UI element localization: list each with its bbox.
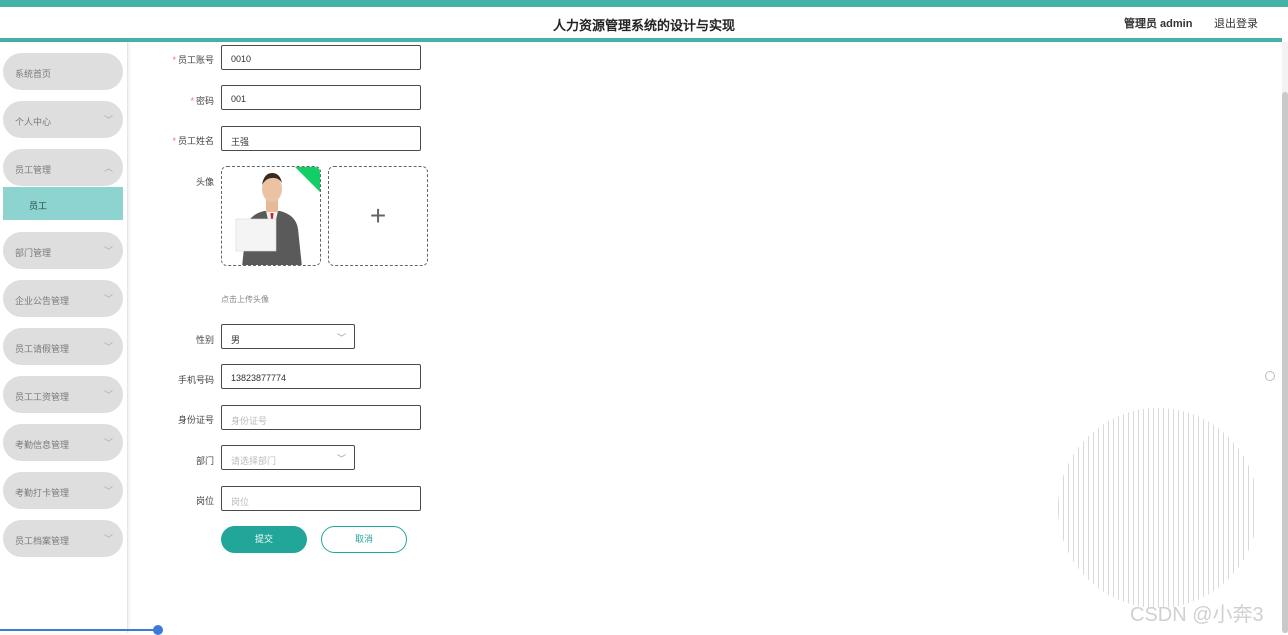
side-circle-icon[interactable]: [1265, 371, 1275, 381]
phone-value: 13823877774: [231, 373, 287, 383]
account-label: * 员工账号: [172, 55, 214, 65]
sidebar-item-label: 部门管理: [15, 248, 52, 258]
sidebar-item-archive-management[interactable]: 员工档案管理 ﹀: [3, 520, 123, 557]
password-input[interactable]: 001: [221, 85, 421, 110]
drag-handle[interactable]: [153, 625, 163, 635]
sidebar-item-label: 考勤打卡管理: [15, 488, 70, 498]
chevron-down-icon: ﹀: [104, 390, 114, 400]
chevron-down-icon: ﹀: [104, 438, 114, 448]
sidebar-item-announcement-management[interactable]: 企业公告管理 ﹀: [3, 280, 123, 317]
sidebar-item-label: 员工请假管理: [15, 344, 70, 354]
sidebar-item-label: 企业公告管理: [15, 296, 70, 306]
chevron-down-icon: ﹀: [336, 454, 346, 464]
id-card-placeholder: 身份证号: [231, 416, 268, 426]
current-user-label: 管理员 admin: [1124, 18, 1193, 30]
chevron-down-icon: ﹀: [104, 294, 114, 304]
decorative-striped-circle: [1058, 408, 1258, 608]
chevron-up-icon: ︿: [104, 163, 114, 173]
logout-link[interactable]: 退出登录: [1214, 15, 1258, 31]
sidebar-item-label: 考勤信息管理: [15, 440, 70, 450]
password-value: 001: [231, 94, 247, 104]
header-top-bar: [0, 0, 1288, 7]
name-input[interactable]: 王强: [221, 126, 421, 151]
submit-button[interactable]: 提交: [221, 526, 307, 553]
department-select[interactable]: 请选择部门 ﹀: [221, 445, 355, 470]
chevron-down-icon: ﹀: [104, 246, 114, 256]
name-label: * 员工姓名: [172, 136, 214, 146]
sidebar-bottom-line: [0, 629, 160, 631]
gender-value: 男: [231, 335, 241, 345]
page-scrollbar-thumb[interactable]: [1282, 92, 1288, 633]
sidebar-item-label: 系统首页: [15, 69, 52, 79]
chevron-down-icon: ﹀: [104, 534, 114, 544]
account-value: 0010: [231, 54, 252, 64]
position-label: 岗位: [195, 496, 214, 506]
name-value: 王强: [231, 137, 250, 147]
chevron-down-icon: ﹀: [336, 333, 346, 343]
gender-label: 性别: [195, 335, 214, 345]
sidebar-subitem-employee[interactable]: 员工: [3, 187, 123, 220]
sidebar-item-label: 员工工资管理: [15, 392, 70, 402]
account-input[interactable]: 0010: [221, 45, 421, 70]
avatar-preview[interactable]: [221, 166, 321, 266]
phone-input[interactable]: 13823877774: [221, 364, 421, 389]
avatar-image: [222, 167, 320, 265]
department-placeholder: 请选择部门: [231, 456, 277, 466]
position-input[interactable]: 岗位: [221, 486, 421, 511]
plus-icon: +: [369, 200, 387, 231]
chevron-down-icon: ﹀: [104, 115, 114, 125]
id-card-label: 身份证号: [177, 415, 214, 425]
sidebar-item-label: 个人中心: [15, 117, 52, 127]
sidebar-item-department-management[interactable]: 部门管理 ﹀: [3, 232, 123, 269]
avatar-upload-tip: 点击上传头像: [221, 295, 269, 304]
sidebar-item-label: 员工管理: [15, 165, 52, 175]
avatar-label: 头像: [195, 177, 214, 187]
header-divider: [0, 38, 1282, 42]
app-title: 人力资源管理系统的设计与实现: [552, 18, 735, 33]
cancel-button[interactable]: 取消: [321, 526, 407, 553]
id-card-input[interactable]: 身份证号: [221, 405, 421, 430]
sidebar-item-label: 员工档案管理: [15, 536, 70, 546]
department-label: 部门: [195, 456, 214, 466]
password-label: * 密码: [190, 96, 214, 106]
gender-select[interactable]: 男 ﹀: [221, 324, 355, 349]
avatar-upload-button[interactable]: +: [328, 166, 428, 266]
phone-label: 手机号码: [177, 375, 214, 385]
watermark: CSDN @小奔3: [1130, 604, 1264, 626]
position-placeholder: 岗位: [231, 497, 250, 507]
sidebar-subitem-label: 员工: [29, 201, 48, 211]
